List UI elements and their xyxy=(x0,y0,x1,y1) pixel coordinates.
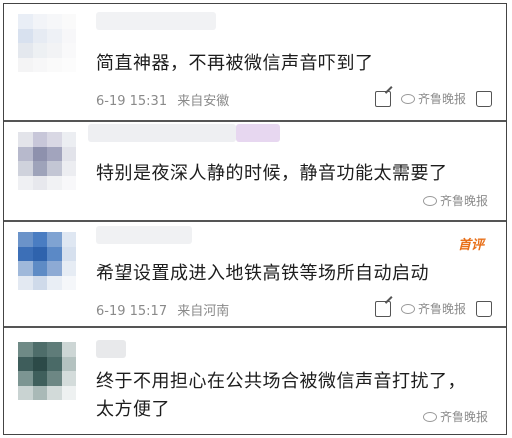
watermark: 齐鲁晚报 xyxy=(400,300,466,317)
watermark-text: 齐鲁晚报 xyxy=(417,92,466,106)
comment-meta: 6-19 15:31 来自安徽 xyxy=(96,90,235,109)
username-blurred[interactable] xyxy=(96,12,216,30)
comment-list: 简直神器，不再被微信声音吓到了 6-19 15:31 来自安徽 齐鲁晚报 特别是… xyxy=(3,3,507,435)
comment-meta: 6-19 15:17 来自河南 xyxy=(96,300,235,319)
like-icon[interactable] xyxy=(476,90,492,107)
comment-card: 首评 希望设置成进入地铁高铁等场所自动启动 6-19 15:17 来自河南 齐鲁… xyxy=(4,222,506,328)
like-icon[interactable] xyxy=(476,300,492,317)
avatar[interactable] xyxy=(18,232,76,290)
wechat-icon xyxy=(400,303,415,314)
comment-text: 终于不用担心在公共场合被微信声音打扰了，太方便了 xyxy=(96,371,466,420)
username-blurred[interactable] xyxy=(96,340,126,358)
avatar[interactable] xyxy=(18,14,76,72)
first-comment-badge: 首评 xyxy=(457,238,484,253)
wechat-icon xyxy=(422,195,437,206)
comment-actions: 齐鲁晚报 xyxy=(374,90,492,107)
wechat-icon xyxy=(422,411,437,422)
share-icon[interactable] xyxy=(374,90,391,107)
comment-card: 终于不用担心在公共场合被微信声音打扰了，太方便了 齐鲁晚报 xyxy=(4,328,506,436)
share-icon[interactable] xyxy=(374,300,391,317)
avatar[interactable] xyxy=(18,342,76,400)
wechat-icon xyxy=(400,93,415,104)
comment-card: 简直神器，不再被微信声音吓到了 6-19 15:31 来自安徽 齐鲁晚报 xyxy=(4,4,506,122)
comment-text: 简直神器，不再被微信声音吓到了 xyxy=(96,53,374,74)
watermark: 齐鲁晚报 xyxy=(422,408,488,425)
comment-text: 希望设置成进入地铁高铁等场所自动启动 xyxy=(96,263,429,284)
watermark-text: 齐鲁晚报 xyxy=(439,410,488,424)
watermark-text: 齐鲁晚报 xyxy=(439,194,488,208)
avatar[interactable] xyxy=(18,132,76,190)
comment-card: 特别是夜深人静的时候，静音功能太需要了 齐鲁晚报 xyxy=(4,122,506,222)
username-blurred[interactable] xyxy=(96,226,192,244)
watermark: 齐鲁晚报 xyxy=(422,192,488,209)
comment-location: 来自河南 xyxy=(177,304,230,319)
comment-date: 6-19 15:31 xyxy=(96,94,168,109)
username-blurred[interactable] xyxy=(88,124,236,142)
watermark: 齐鲁晚报 xyxy=(400,90,466,107)
comment-location: 来自安徽 xyxy=(177,94,230,109)
user-badge-blurred xyxy=(236,124,280,142)
watermark-text: 齐鲁晚报 xyxy=(417,302,466,316)
comment-actions: 齐鲁晚报 xyxy=(374,300,492,317)
comment-date: 6-19 15:17 xyxy=(96,304,168,319)
comment-text: 特别是夜深人静的时候，静音功能太需要了 xyxy=(96,163,448,184)
